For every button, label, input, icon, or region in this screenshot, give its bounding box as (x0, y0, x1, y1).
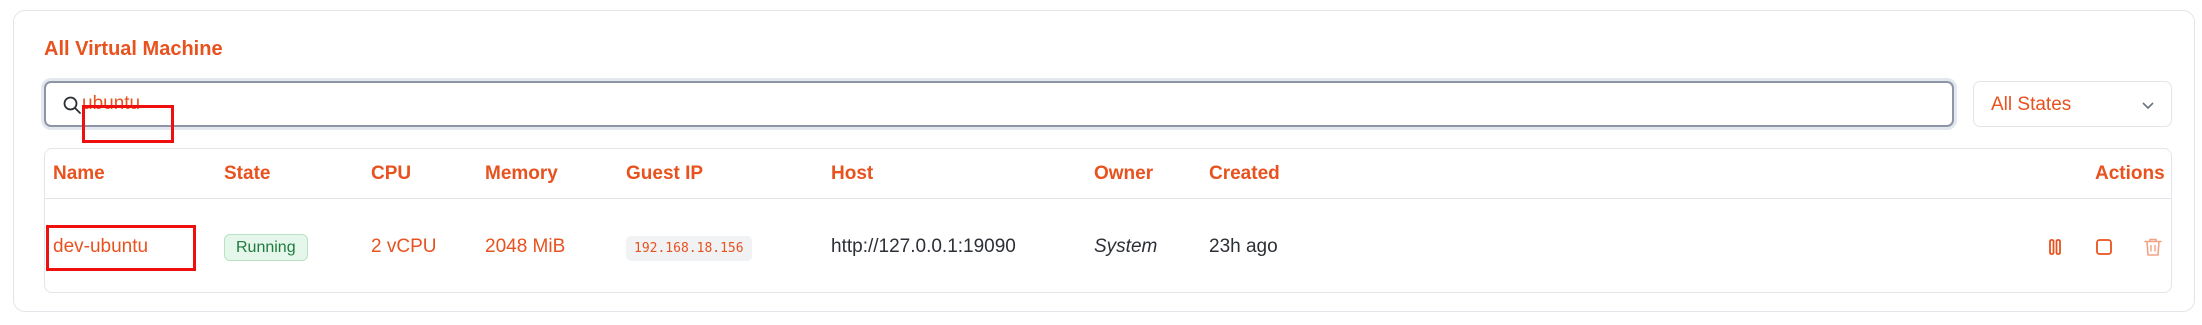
chevron-down-icon (2142, 102, 2154, 110)
column-header-host[interactable]: Host (831, 163, 873, 185)
status-badge: Running (224, 234, 308, 261)
page-title: All Virtual Machine (44, 38, 223, 60)
column-header-owner[interactable]: Owner (1094, 163, 1153, 185)
column-header-created[interactable]: Created (1209, 163, 1280, 185)
column-header-guest-ip[interactable]: Guest IP (626, 163, 703, 185)
column-header-actions: Actions (2095, 163, 2165, 184)
vm-list-card: All Virtual Machine All States Name Stat… (13, 10, 2195, 312)
vm-cpu: 2 vCPU (371, 236, 437, 257)
trash-icon[interactable] (2140, 234, 2166, 260)
vm-owner: System (1094, 236, 1158, 257)
vm-name-link[interactable]: dev-ubuntu (53, 236, 148, 258)
search-icon (63, 96, 81, 114)
stop-icon[interactable] (2091, 234, 2117, 260)
search-box[interactable] (44, 81, 1954, 127)
vm-guest-ip: 192.168.18.156 (626, 236, 752, 261)
column-header-state[interactable]: State (224, 163, 270, 185)
column-header-memory[interactable]: Memory (485, 163, 558, 185)
column-header-cpu[interactable]: CPU (371, 163, 411, 185)
vm-table: Name State CPU Memory Guest IP Host Owne… (44, 148, 2172, 293)
pause-icon[interactable] (2042, 234, 2068, 260)
vm-created: 23h ago (1209, 236, 1278, 257)
vm-memory: 2048 MiB (485, 236, 566, 257)
state-filter-value: All States (1991, 94, 2072, 115)
column-header-name[interactable]: Name (53, 163, 105, 185)
table-row[interactable]: dev-ubuntu Running 2 vCPU 2048 MiB 192.1… (45, 200, 2171, 292)
table-header: Name State CPU Memory Guest IP Host Owne… (45, 149, 2171, 199)
search-input[interactable] (82, 85, 1942, 123)
vm-host: http://127.0.0.1:19090 (831, 236, 1016, 257)
state-filter-select[interactable]: All States (1973, 81, 2172, 127)
